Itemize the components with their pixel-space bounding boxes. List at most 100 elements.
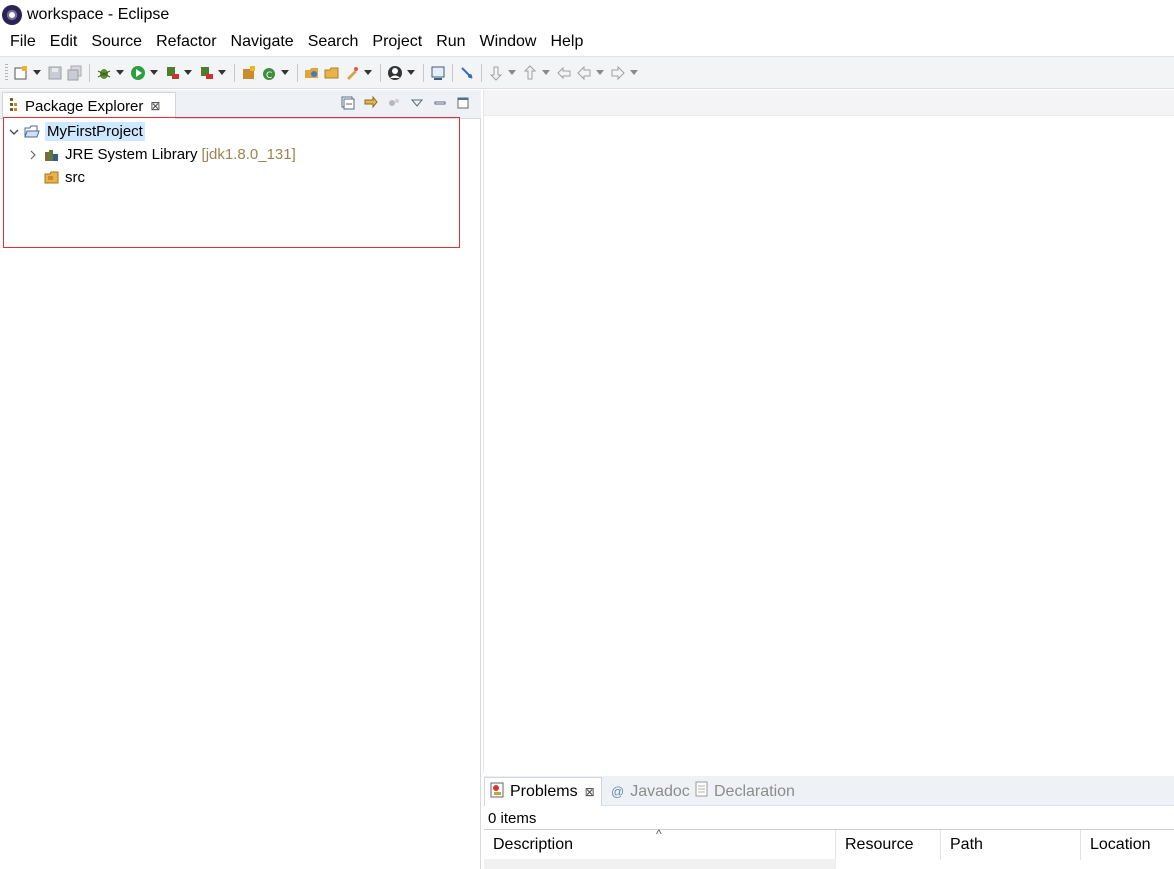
run-icon[interactable] [129, 64, 147, 82]
declaration-icon [695, 781, 709, 802]
menu-run[interactable]: Run [429, 30, 472, 54]
menu-help[interactable]: Help [543, 30, 590, 54]
tab-javadoc-label: Javadoc [630, 782, 690, 800]
eclipse-logo-icon [2, 5, 22, 25]
open-task-icon[interactable] [343, 64, 361, 82]
package-explorer-icon [9, 97, 19, 115]
project-name: MyFirstProject [45, 122, 145, 141]
column-header-location[interactable]: Location [1081, 830, 1174, 860]
tab-package-explorer[interactable]: Package Explorer ⊠ [2, 92, 176, 119]
task-dropdown-arrow-icon[interactable] [364, 70, 372, 75]
problems-item-count: 0 items [488, 810, 537, 827]
open-project-folder-icon [24, 125, 40, 139]
forward-icon[interactable] [609, 64, 627, 82]
jre-version-decoration: [jdk1.8.0_131] [201, 146, 296, 163]
save-icon[interactable] [46, 64, 64, 82]
menu-refactor[interactable]: Refactor [149, 30, 223, 54]
src-label: src [65, 169, 85, 186]
skip-breakpoints-icon[interactable] [458, 64, 476, 82]
close-icon[interactable]: ⊠ [585, 785, 595, 799]
next-annotation-icon[interactable] [487, 64, 505, 82]
javadoc-icon: @ [611, 784, 625, 799]
svg-text:C: C [266, 71, 272, 81]
column-resource-label: Resource [845, 836, 914, 853]
coverage-dropdown-arrow-icon[interactable] [184, 70, 192, 75]
source-folder-icon [44, 171, 60, 185]
collapse-all-icon[interactable] [340, 95, 356, 111]
open-type-icon[interactable] [303, 64, 321, 82]
toolbar-separator [423, 63, 424, 82]
last-edit-location-icon[interactable] [555, 64, 573, 82]
menu-edit[interactable]: Edit [43, 30, 85, 54]
menu-navigate[interactable]: Navigate [224, 30, 301, 54]
column-path-label: Path [950, 836, 983, 853]
maximize-icon[interactable] [455, 95, 471, 111]
focus-on-active-task-icon[interactable] [386, 95, 402, 111]
toolbar-separator [234, 63, 235, 82]
tree-item-project[interactable]: MyFirstProject [0, 120, 480, 143]
problems-panel: Problems ⊠ @ Javadoc Declaration 0 items… [484, 776, 1174, 869]
menu-project[interactable]: Project [365, 30, 429, 54]
tree-item-jre-library[interactable]: JRE System Library [jdk1.8.0_131] [0, 143, 480, 166]
chevron-down-icon[interactable] [9, 128, 19, 136]
menu-window[interactable]: Window [473, 30, 544, 54]
editor-area[interactable] [483, 90, 1174, 773]
previous-annotation-icon[interactable] [521, 64, 539, 82]
toolbar-separator [297, 63, 298, 82]
package-explorer-tab-bar: Package Explorer ⊠ [0, 90, 481, 119]
perspective-dropdown-arrow-icon[interactable] [407, 70, 415, 75]
project-tree: MyFirstProject JRE System Library [jdk1.… [0, 120, 480, 189]
back-dropdown-arrow-icon[interactable] [596, 70, 604, 75]
main-toolbar: C [0, 56, 1174, 89]
external-tools-dropdown-arrow-icon[interactable] [218, 70, 226, 75]
forward-dropdown-arrow-icon[interactable] [630, 70, 638, 75]
problems-table-header: Description ^ Resource Path Location [484, 827, 1174, 860]
tree-item-src[interactable]: src [0, 166, 480, 189]
tab-declaration[interactable]: Declaration [690, 777, 795, 806]
jre-library-label: JRE System Library [65, 146, 198, 163]
column-description-label: Description [493, 836, 574, 853]
menu-source[interactable]: Source [84, 30, 149, 54]
column-header-path[interactable]: Path [941, 830, 1081, 860]
new-java-package-icon[interactable] [240, 64, 258, 82]
table-row [484, 859, 836, 869]
window-title: workspace - Eclipse [27, 6, 170, 23]
view-menu-icon[interactable] [409, 95, 425, 111]
menu-file[interactable]: File [3, 30, 43, 54]
tab-javadoc[interactable]: @ Javadoc [606, 777, 690, 806]
tab-problems-label: Problems [510, 783, 578, 800]
back-icon[interactable] [575, 64, 593, 82]
package-explorer-view: Package Explorer ⊠ MyFirstProject JRE Sy… [0, 90, 481, 869]
perspective-icon[interactable] [386, 64, 404, 82]
external-tools-icon[interactable] [197, 64, 215, 82]
minimize-icon[interactable] [432, 95, 448, 111]
new-class-dropdown-arrow-icon[interactable] [281, 70, 289, 75]
tab-declaration-label: Declaration [714, 782, 795, 800]
new-wizard-icon[interactable] [12, 64, 30, 82]
chevron-right-icon[interactable] [28, 150, 38, 160]
next-annotation-dropdown-arrow-icon[interactable] [508, 70, 516, 75]
save-all-icon[interactable] [66, 64, 84, 82]
toolbar-separator [380, 63, 381, 82]
tab-problems[interactable]: Problems ⊠ [484, 777, 602, 806]
view-actions [333, 95, 471, 111]
toolbar-grip[interactable] [5, 63, 8, 82]
open-folder-icon[interactable] [323, 64, 341, 82]
toolbar-separator [452, 63, 453, 82]
debug-icon[interactable] [95, 64, 113, 82]
console-icon[interactable] [429, 64, 447, 82]
new-java-class-icon[interactable]: C [260, 64, 278, 82]
close-icon[interactable]: ⊠ [150, 99, 160, 113]
column-header-resource[interactable]: Resource [836, 830, 941, 860]
link-with-editor-icon[interactable] [363, 95, 379, 111]
column-header-description[interactable]: Description ^ [484, 827, 836, 860]
coverage-icon[interactable] [163, 64, 181, 82]
menu-search[interactable]: Search [301, 30, 366, 54]
new-dropdown-arrow-icon[interactable] [33, 70, 41, 75]
run-dropdown-arrow-icon[interactable] [150, 70, 158, 75]
previous-annotation-dropdown-arrow-icon[interactable] [542, 70, 550, 75]
toolbar-separator [89, 63, 90, 82]
title-bar: workspace - Eclipse [0, 0, 1174, 30]
debug-dropdown-arrow-icon[interactable] [116, 70, 124, 75]
problems-icon [490, 782, 506, 803]
